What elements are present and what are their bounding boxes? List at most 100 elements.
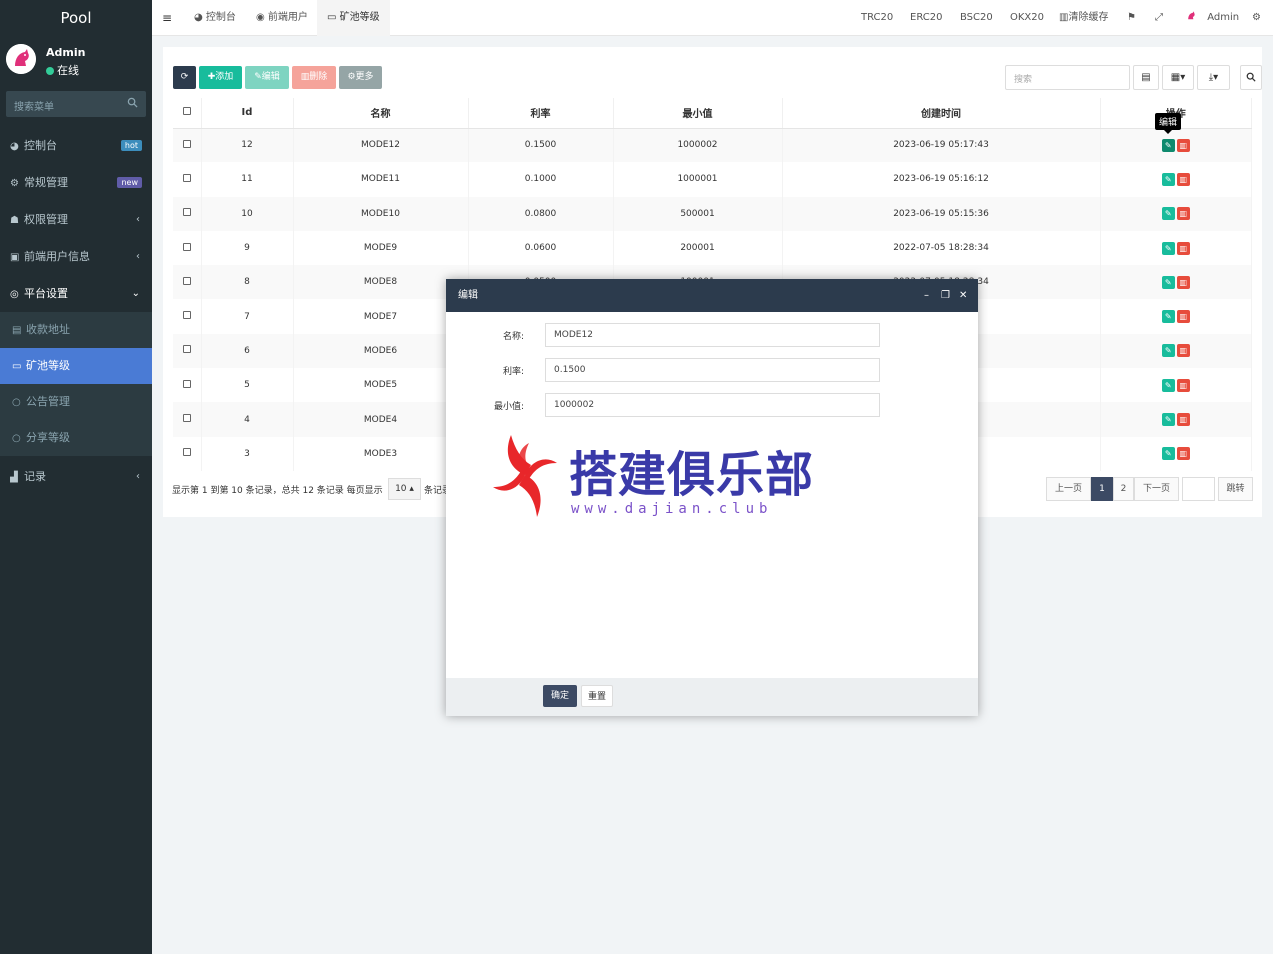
sidebar-item-share-level[interactable]: ○ 分享等级 [0, 420, 152, 456]
rate-field[interactable]: 0.1500 [545, 358, 880, 382]
row-delete-icon[interactable]: ▥ [1176, 378, 1190, 392]
bsc20-link[interactable]: BSC20 [960, 0, 993, 36]
trc20-link[interactable]: TRC20 [861, 0, 893, 36]
admin-menu[interactable]: Admin [1184, 0, 1239, 36]
user-status: 在线 [46, 62, 79, 78]
checkbox[interactable] [182, 379, 191, 388]
clear-cache-button[interactable]: ▥清除缓存 [1059, 0, 1108, 36]
reset-button[interactable]: 重置 [581, 685, 613, 707]
header-id[interactable]: Id [201, 98, 294, 129]
row-checkbox [173, 162, 202, 197]
min-field[interactable]: 1000002 [545, 393, 880, 417]
table-header-row: Id 名称 利率 最小值 创建时间 操作 [173, 98, 1252, 129]
header-created[interactable]: 创建时间 [782, 98, 1101, 129]
table-row[interactable]: 11 MODE11 0.1000 1000001 2023-06-19 05:16:12… [173, 162, 1252, 197]
row-edit-icon[interactable]: ✎ [1161, 207, 1175, 221]
row-checkbox [173, 333, 202, 369]
row-delete-icon[interactable]: ▥ [1176, 207, 1190, 221]
list-icon: ▤ [1141, 72, 1151, 83]
sidebar-item-platform[interactable]: ◎ 平台设置 ⌄ [0, 275, 152, 312]
columns-button[interactable]: ▦▾ [1162, 65, 1194, 90]
row-edit-icon[interactable]: ✎ [1161, 447, 1175, 461]
checkbox[interactable] [182, 173, 191, 182]
minimize-icon[interactable]: – [924, 279, 929, 312]
row-delete-icon[interactable]: ▥ [1176, 275, 1190, 289]
header-min[interactable]: 最小值 [613, 98, 783, 129]
row-edit-icon[interactable]: ✎ [1161, 413, 1175, 427]
checkbox[interactable] [182, 242, 191, 251]
page-size-select[interactable]: 10 ▴ [388, 478, 421, 500]
export-button[interactable]: ⤓▾ [1197, 65, 1230, 90]
toggle-view-button[interactable]: ▤ [1133, 65, 1159, 90]
sidebar-item-records[interactable]: ▟ 记录 ‹ [0, 458, 152, 495]
add-button[interactable]: ✚添加 [199, 66, 242, 89]
row-delete-icon[interactable]: ▥ [1176, 138, 1190, 152]
next-page-button[interactable]: 下一页 [1134, 477, 1179, 501]
checkbox[interactable] [182, 208, 191, 217]
jump-page-input[interactable] [1182, 477, 1215, 501]
confirm-button[interactable]: 确定 [543, 685, 577, 707]
row-edit-icon[interactable]: ✎ [1161, 378, 1175, 392]
menu-search-input[interactable]: 搜索菜单 [6, 91, 146, 117]
row-delete-icon[interactable]: ▥ [1176, 344, 1190, 358]
checkbox[interactable] [182, 414, 191, 423]
search-placeholder: 搜索 [1014, 75, 1033, 85]
tab-dashboard[interactable]: ◕ 控制台 [184, 0, 246, 36]
brand-logo[interactable]: Pool [0, 0, 152, 36]
okx20-link[interactable]: OKX20 [1010, 0, 1044, 36]
page-2-button[interactable]: 2 [1113, 477, 1134, 501]
cell-id: 3 [201, 436, 294, 471]
sidebar-item-notice[interactable]: ○ 公告管理 [0, 384, 152, 420]
checkbox[interactable] [182, 276, 191, 285]
row-edit-icon[interactable]: ✎ [1161, 310, 1175, 324]
cell-name: MODE9 [293, 230, 469, 266]
page-1-button[interactable]: 1 [1091, 477, 1113, 501]
header-rate[interactable]: 利率 [468, 98, 614, 129]
maximize-icon[interactable]: ❐ [941, 279, 950, 312]
language-icon[interactable]: ⚑ [1127, 0, 1136, 36]
row-edit-icon[interactable]: ✎ [1161, 172, 1175, 186]
prev-page-button[interactable]: 上一页 [1046, 477, 1091, 501]
table-search-input[interactable]: 搜索 [1005, 65, 1130, 90]
checkbox[interactable] [182, 107, 191, 116]
tab-frontend-users[interactable]: ◉ 前端用户 [246, 0, 318, 36]
select-all-checkbox[interactable] [173, 98, 202, 129]
table-row[interactable]: 10 MODE10 0.0800 500001 2023-06-19 05:15:36 ✎… [173, 196, 1252, 231]
delete-button[interactable]: ▥删除 [292, 66, 336, 89]
row-edit-icon[interactable]: ✎ [1161, 241, 1175, 255]
checkbox[interactable] [182, 345, 191, 354]
row-delete-icon[interactable]: ▥ [1176, 172, 1190, 186]
sidebar-item-frontend-users[interactable]: ▣ 前端用户信息 ‹ [0, 238, 152, 275]
checkbox[interactable] [182, 311, 191, 320]
menu-toggle-icon[interactable]: ≡ [162, 11, 172, 25]
sidebar-item-general[interactable]: ⚙ 常规管理 new [0, 164, 152, 201]
close-icon[interactable]: ✕ [959, 279, 967, 312]
sidebar-item-dashboard[interactable]: ◕ 控制台 hot [0, 127, 152, 164]
sidebar-item-address[interactable]: ▤ 收款地址 [0, 312, 152, 348]
search-button[interactable] [1240, 65, 1262, 90]
row-delete-icon[interactable]: ▥ [1176, 241, 1190, 255]
row-delete-icon[interactable]: ▥ [1176, 310, 1190, 324]
row-delete-icon[interactable]: ▥ [1176, 413, 1190, 427]
more-button[interactable]: ⚙更多 [339, 66, 382, 89]
sidebar-item-permissions[interactable]: ☗ 权限管理 ‹ [0, 201, 152, 238]
checkbox[interactable] [182, 448, 191, 457]
row-edit-icon[interactable]: ✎ [1161, 344, 1175, 358]
row-delete-icon[interactable]: ▥ [1176, 447, 1190, 461]
table-row[interactable]: 12 MODE12 0.1500 1000002 2023-06-19 05:17:43… [173, 128, 1252, 163]
erc20-link[interactable]: ERC20 [910, 0, 942, 36]
jump-button[interactable]: 跳转 [1218, 477, 1253, 501]
row-edit-icon[interactable]: ✎ [1161, 275, 1175, 289]
header-name[interactable]: 名称 [293, 98, 469, 129]
settings-icon[interactable]: ⚙ [1252, 0, 1261, 36]
table-row[interactable]: 9 MODE9 0.0600 200001 2022-07-05 18:28:34 ✎ ▥ [173, 230, 1252, 266]
row-edit-icon[interactable]: ✎ [1161, 138, 1175, 152]
fullscreen-icon[interactable]: ⤢ [1155, 0, 1163, 36]
sidebar-item-pool-level[interactable]: ▭ 矿池等级 [0, 348, 152, 384]
name-field[interactable]: MODE12 [545, 323, 880, 347]
edit-button[interactable]: ✎编辑 [245, 66, 289, 89]
refresh-button[interactable]: ⟳ [173, 66, 196, 89]
checkbox[interactable] [182, 139, 191, 148]
cell-rate: 0.1500 [468, 128, 614, 163]
tab-pool-level[interactable]: ▭ 矿池等级 [317, 0, 390, 36]
